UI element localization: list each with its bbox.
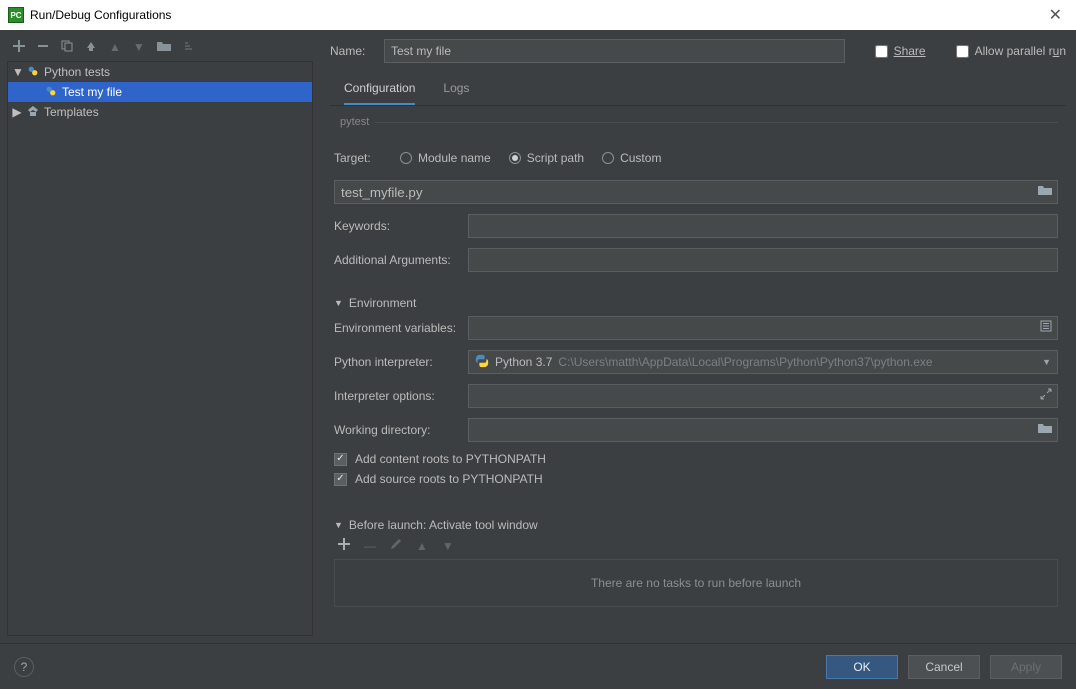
move-task-up-button[interactable]: ▲	[416, 539, 428, 553]
interpreter-name: Python 3.7	[495, 355, 552, 369]
ok-button[interactable]: OK	[826, 655, 898, 679]
keywords-input[interactable]	[468, 214, 1058, 238]
before-launch-legend: Before launch: Activate tool window	[349, 518, 538, 532]
before-launch-task-list: There are no tasks to run before launch	[334, 559, 1058, 607]
move-down-button[interactable]: ▼	[133, 40, 145, 54]
folder-button[interactable]	[157, 40, 171, 55]
interpreter-label: Python interpreter:	[334, 355, 458, 369]
name-label: Name:	[330, 44, 374, 58]
python-interpreter-select[interactable]: Python 3.7 C:\Users\matth\AppData\Local\…	[468, 350, 1058, 374]
templates-icon	[26, 104, 40, 121]
remove-config-button[interactable]	[37, 40, 49, 55]
interpreter-path: C:\Users\matth\AppData\Local\Programs\Py…	[558, 355, 932, 369]
window-title: Run/Debug Configurations	[30, 8, 171, 22]
chevron-down-icon: ▼	[334, 298, 343, 308]
add-content-roots-label: Add content roots to PYTHONPATH	[355, 452, 546, 466]
title-bar: PC Run/Debug Configurations ✕	[0, 0, 1076, 30]
env-vars-label: Environment variables:	[334, 321, 458, 335]
keywords-label: Keywords:	[334, 219, 458, 233]
allow-parallel-run-checkbox[interactable]: Allow parallel run	[956, 44, 1066, 58]
config-tree-toolbar: ▲ ▼	[7, 37, 313, 61]
config-tree[interactable]: ▼ Python tests Test my file ▶ Templates	[7, 61, 313, 636]
tree-group-label: Python tests	[44, 65, 110, 79]
edit-defaults-button[interactable]	[85, 40, 97, 55]
checkbox-icon	[334, 453, 347, 466]
config-scroll-area[interactable]: pytest Target: Module name Script path C…	[330, 110, 1072, 643]
pytest-section: pytest Target: Module name Script path C…	[334, 116, 1058, 282]
env-vars-input[interactable]	[468, 316, 1058, 340]
browse-folder-icon[interactable]	[1038, 184, 1052, 199]
editor-tabs: Configuration Logs	[330, 75, 1066, 106]
allow-parallel-run-label: Allow parallel run	[975, 44, 1066, 58]
dialog-footer: ? OK Cancel Apply	[0, 643, 1076, 689]
before-launch-toolbar: — ▲ ▼	[330, 538, 1062, 553]
browse-folder-icon[interactable]	[1038, 422, 1052, 437]
edit-task-button[interactable]	[390, 538, 402, 553]
env-vars-list-icon[interactable]	[1040, 320, 1052, 335]
copy-config-button[interactable]	[61, 40, 73, 55]
interpreter-options-label: Interpreter options:	[334, 389, 458, 403]
working-dir-label: Working directory:	[334, 423, 458, 437]
tree-group-templates[interactable]: ▶ Templates	[8, 102, 312, 122]
chevron-down-icon: ▼	[334, 520, 343, 530]
target-module-name-radio[interactable]: Module name	[400, 151, 491, 165]
expand-icon: ▶	[12, 105, 22, 119]
target-custom-radio[interactable]: Custom	[602, 151, 661, 165]
tree-item-test-my-file[interactable]: Test my file	[8, 82, 312, 102]
python-tests-icon	[26, 64, 40, 81]
window-close-button[interactable]: ✕	[1043, 5, 1068, 25]
tree-item-label: Test my file	[62, 85, 122, 99]
move-up-button[interactable]: ▲	[109, 40, 121, 54]
working-dir-input[interactable]	[468, 418, 1058, 442]
python-logo-icon	[475, 354, 489, 371]
before-launch-empty-text: There are no tasks to run before launch	[591, 576, 801, 590]
script-path-input[interactable]	[334, 180, 1058, 204]
tree-group-label: Templates	[44, 105, 99, 119]
environment-collapser[interactable]: ▼ Environment	[334, 296, 1058, 310]
left-panel: ▲ ▼ ▼ Python tests Test my file	[0, 30, 320, 643]
tree-group-python-tests[interactable]: ▼ Python tests	[8, 62, 312, 82]
tab-configuration[interactable]: Configuration	[344, 75, 415, 105]
additional-args-input[interactable]	[468, 248, 1058, 272]
share-label: Share	[894, 44, 926, 58]
cancel-button[interactable]: Cancel	[908, 655, 980, 679]
before-launch-collapser[interactable]: ▼ Before launch: Activate tool window	[334, 518, 1058, 532]
add-task-button[interactable]	[338, 538, 350, 553]
checkbox-icon	[334, 473, 347, 486]
apply-button[interactable]: Apply	[990, 655, 1062, 679]
target-script-path-radio[interactable]: Script path	[509, 151, 584, 165]
add-config-button[interactable]	[13, 40, 25, 55]
add-content-roots-checkbox[interactable]: Add content roots to PYTHONPATH	[334, 452, 1058, 466]
share-checkbox[interactable]: Share	[875, 44, 926, 58]
help-button[interactable]: ?	[14, 657, 34, 677]
add-source-roots-checkbox[interactable]: Add source roots to PYTHONPATH	[334, 472, 1058, 486]
remove-task-button[interactable]: —	[364, 539, 376, 553]
config-editor-panel: Name: Share Allow parallel run Configura…	[320, 30, 1076, 643]
radio-label: Custom	[620, 151, 661, 165]
pycharm-app-icon: PC	[8, 7, 24, 23]
expand-field-icon[interactable]	[1040, 388, 1052, 403]
chevron-down-icon: ▼	[1042, 357, 1051, 367]
radio-label: Module name	[418, 151, 491, 165]
radio-label: Script path	[527, 151, 584, 165]
python-test-icon	[44, 84, 58, 101]
interpreter-options-input[interactable]	[468, 384, 1058, 408]
environment-legend: Environment	[349, 296, 416, 310]
config-name-input[interactable]	[384, 39, 845, 63]
target-label: Target:	[334, 151, 382, 165]
additional-args-label: Additional Arguments:	[334, 253, 458, 267]
move-task-down-button[interactable]: ▼	[442, 539, 454, 553]
add-source-roots-label: Add source roots to PYTHONPATH	[355, 472, 543, 486]
tab-logs[interactable]: Logs	[443, 75, 469, 105]
pytest-legend: pytest	[334, 116, 375, 128]
sort-button[interactable]	[183, 40, 195, 55]
expand-icon: ▼	[12, 65, 22, 79]
